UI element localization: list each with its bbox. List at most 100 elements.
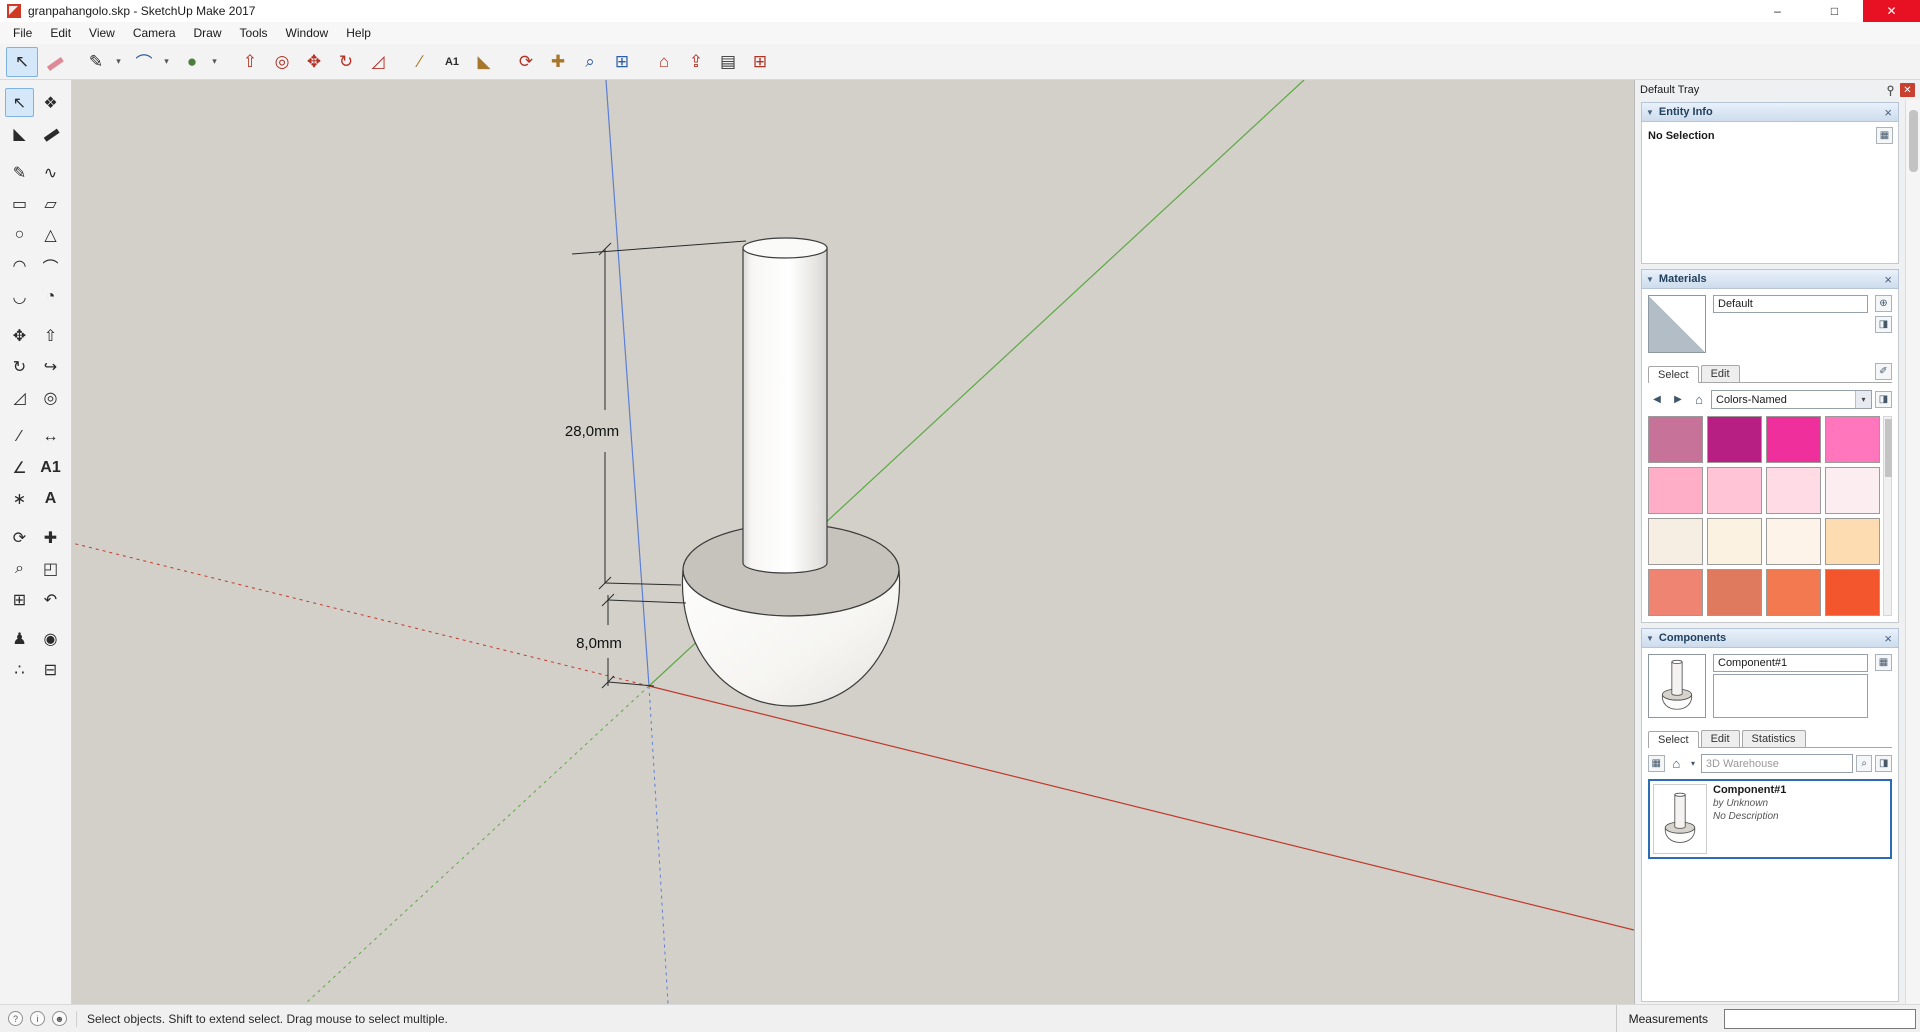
menu-draw[interactable]: Draw [185,23,231,43]
color-swatch[interactable] [1648,467,1703,514]
color-swatch[interactable] [1766,569,1821,616]
color-swatch[interactable] [1648,569,1703,616]
arc-tool[interactable]: ⌒ [36,251,65,280]
color-swatch[interactable] [1707,416,1762,463]
rectangle-tool[interactable]: ▭ [5,189,34,218]
move-tool-button[interactable]: ✥ [298,47,330,77]
swatch-scrollbar[interactable] [1883,416,1892,616]
protractor-tool[interactable]: ∠ [5,453,34,482]
zoom-window-tool[interactable]: ◰ [36,554,65,583]
line-tool[interactable]: ✎ [5,158,34,187]
info-icon[interactable]: i [30,1011,45,1026]
tape-measure-tool[interactable]: ∕ [5,422,34,451]
pie-tool[interactable]: ◔ [36,282,65,311]
materials-pane-toggle-button[interactable]: ◨ [1875,391,1892,408]
components-in-model-button[interactable]: ⌂ [1668,755,1686,773]
color-swatch[interactable] [1707,518,1762,565]
look-around-tool[interactable]: ◉ [36,624,65,653]
materials-tab-select[interactable]: Select [1648,366,1699,383]
pan-tool[interactable]: ✚ [36,523,65,552]
components-tab-select[interactable]: Select [1648,731,1699,748]
make-component-tool[interactable]: ❖ [36,88,65,117]
dimension-tool[interactable]: ↔ [36,422,65,451]
arc-tool-dropdown-icon[interactable]: ▾ [160,47,173,77]
scale-tool[interactable]: ◿ [5,383,34,412]
text-tool-button[interactable]: A1 [436,47,468,77]
position-camera-tool[interactable]: ♟ [5,624,34,653]
forward-button[interactable]: ▶ [1669,391,1687,409]
paint-bucket-tool[interactable]: ◣ [5,119,34,148]
zoom-tool[interactable]: ⌕ [5,554,34,583]
circle-tool[interactable]: ○ [5,220,34,249]
entity-info-close-icon[interactable]: × [1882,105,1894,120]
color-swatch[interactable] [1766,416,1821,463]
pan-tool-button[interactable]: ✚ [542,47,574,77]
menu-window[interactable]: Window [277,23,338,43]
component-name-field[interactable] [1713,654,1868,672]
back-button[interactable]: ◀ [1648,391,1666,409]
push-pull-tool[interactable]: ⇧ [36,321,65,350]
collapse-arrow-icon[interactable]: ▼ [1646,634,1654,643]
color-swatch[interactable] [1766,518,1821,565]
color-swatch[interactable] [1648,518,1703,565]
color-swatch[interactable] [1707,467,1762,514]
chevron-down-icon[interactable]: ▾ [1855,391,1871,408]
materials-header[interactable]: ▼ Materials × [1641,269,1899,289]
tape-measure-tool-button[interactable]: ∕ [404,47,436,77]
menu-camera[interactable]: Camera [124,23,185,43]
follow-me-tool[interactable]: ↪ [36,352,65,381]
menu-tools[interactable]: Tools [231,23,277,43]
paint-bucket-tool-button[interactable]: ◣ [468,47,500,77]
minimize-button[interactable]: – [1749,0,1806,22]
materials-collection-dropdown[interactable]: Colors-Named ▾ [1711,390,1872,409]
user-icon[interactable]: ☻ [52,1011,67,1026]
materials-tab-edit[interactable]: Edit [1700,365,1740,382]
zoom-extents-button[interactable]: ⊞ [606,47,638,77]
color-swatch[interactable] [1707,569,1762,616]
zoom-extents-tool[interactable]: ⊞ [5,585,34,614]
help-icon[interactable]: ? [8,1011,23,1026]
components-header[interactable]: ▼ Components × [1641,628,1899,648]
component-description-box[interactable] [1713,674,1868,718]
arc-tool-button[interactable]: ⌒ [128,47,160,77]
line-tool-button[interactable]: ✎ [80,47,112,77]
color-swatch[interactable] [1648,416,1703,463]
polygon-tool[interactable]: △ [36,220,65,249]
offset-tool-button[interactable]: ◎ [266,47,298,77]
rotated-rectangle-tool[interactable]: ▱ [36,189,65,218]
tray-scrollbar[interactable] [1905,100,1920,1004]
3d-warehouse-button[interactable]: ⌂ [648,47,680,77]
shapes-tool-dropdown-icon[interactable]: ▾ [208,47,221,77]
tray-close-button[interactable]: ✕ [1900,83,1915,97]
three-point-arc-tool[interactable]: ◡ [5,282,34,311]
dimension-8mm[interactable]: 8,0mm [574,593,687,689]
entity-details-button[interactable]: ▦ [1876,127,1893,144]
component-preview[interactable] [1648,654,1706,718]
in-model-button[interactable]: ⌂ [1690,391,1708,409]
line-tool-dropdown-icon[interactable]: ▾ [112,47,125,77]
swatch-scrollbar-thumb[interactable] [1885,419,1892,477]
material-preview[interactable] [1648,295,1706,353]
view-options-button[interactable]: ▦ [1648,755,1665,772]
walk-tool[interactable]: ∴ [5,655,34,684]
component-model[interactable] [681,237,901,707]
components-tab-statistics[interactable]: Statistics [1741,730,1806,747]
color-swatch[interactable] [1825,467,1880,514]
maximize-button[interactable]: □ [1806,0,1863,22]
send-to-layout-button[interactable]: ▤ [712,47,744,77]
search-button[interactable]: ⌕ [1855,755,1873,772]
share-model-button[interactable]: ⇪ [680,47,712,77]
color-swatch[interactable] [1766,467,1821,514]
freehand-tool[interactable]: ∿ [36,158,65,187]
component-details-button[interactable]: ▦ [1875,654,1892,671]
push-pull-tool-button[interactable]: ⇧ [234,47,266,77]
close-button[interactable]: ✕ [1863,0,1920,22]
zoom-tool-button[interactable]: ⌕ [574,47,606,77]
material-secondary-pane-button[interactable]: ◨ [1875,316,1892,333]
measurements-input[interactable] [1724,1008,1916,1029]
components-tab-edit[interactable]: Edit [1700,730,1740,747]
components-close-icon[interactable]: × [1882,631,1894,646]
color-swatch[interactable] [1825,416,1880,463]
viewport[interactable]: 28,0mm 8,0mm [72,80,1634,1004]
menu-file[interactable]: File [4,23,41,43]
